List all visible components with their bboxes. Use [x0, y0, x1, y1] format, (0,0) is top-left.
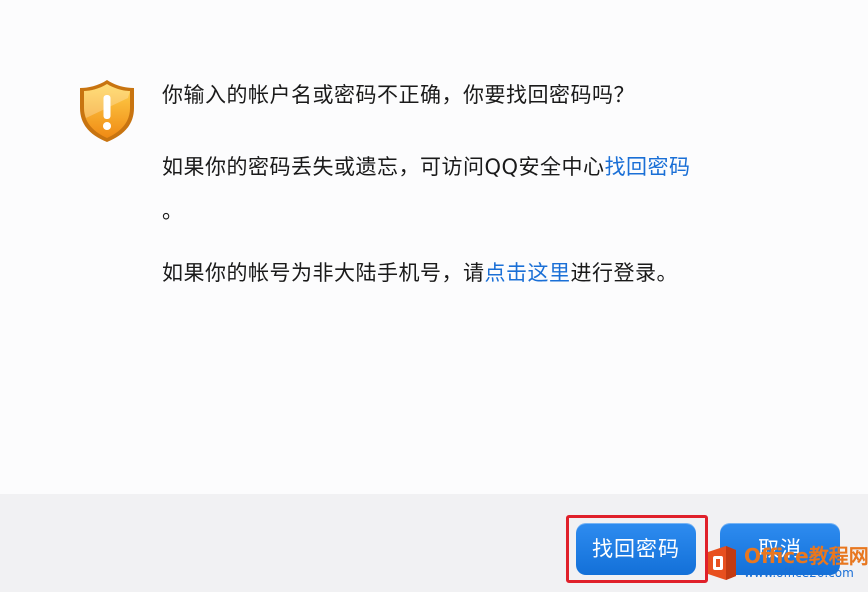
- office-watermark: Office教程网 www.office26.com: [704, 538, 868, 588]
- password-lost-period: 。: [162, 199, 184, 223]
- recover-password-link[interactable]: 找回密码: [605, 155, 691, 179]
- dialog-content: 你输入的帐户名或密码不正确，你要找回密码吗？ 如果你的密码丢失或遗忘，可访问QQ…: [0, 0, 868, 494]
- login-error-dialog: 你输入的帐户名或密码不正确，你要找回密码吗？ 如果你的密码丢失或遗忘，可访问QQ…: [0, 0, 868, 592]
- recover-password-button[interactable]: 找回密码: [576, 523, 696, 575]
- password-lost-line: 如果你的密码丢失或遗忘，可访问QQ安全中心找回密码: [162, 152, 691, 182]
- office-logo-icon: [708, 546, 736, 580]
- password-lost-text: 如果你的密码丢失或遗忘，可访问QQ安全中心: [162, 155, 605, 179]
- overseas-text-after: 进行登录。: [570, 261, 678, 285]
- error-question-text: 你输入的帐户名或密码不正确，你要找回密码吗？: [162, 83, 635, 107]
- overseas-text-before: 如果你的帐号为非大陆手机号，请: [162, 261, 485, 285]
- click-here-link[interactable]: 点击这里: [485, 261, 571, 285]
- watermark-title: Office教程网: [744, 544, 868, 568]
- watermark-url: www.office26.com: [744, 566, 854, 580]
- overseas-number-line: 如果你的帐号为非大陆手机号，请点击这里进行登录。: [162, 258, 678, 288]
- warning-shield-icon: [80, 80, 134, 142]
